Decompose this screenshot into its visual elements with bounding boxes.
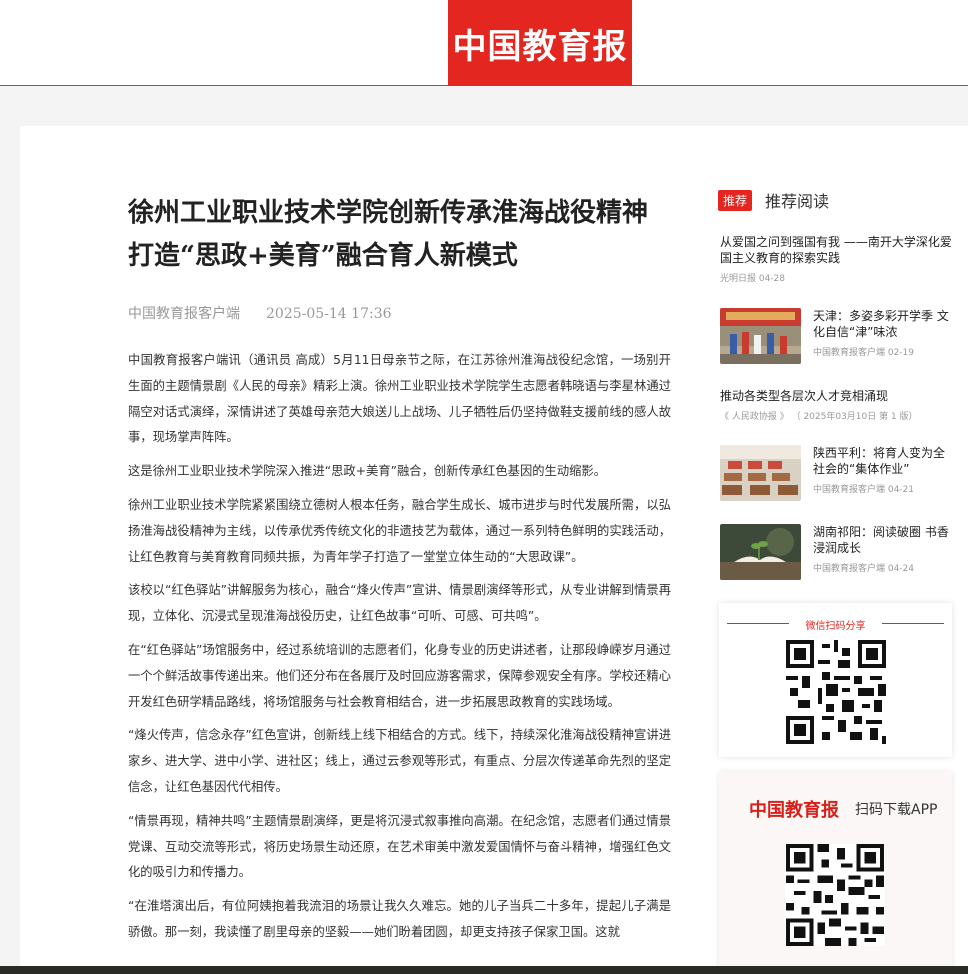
recommend-item[interactable]: 湖南祁阳：阅读破圈 书香浸润成长 中国教育报客户端 04-24 (720, 524, 952, 580)
app-download-card: 中国教育报 扫码下载APP (719, 772, 952, 974)
recommend-item-meta: 中国教育报客户端 04-24 (813, 564, 915, 574)
article-paragraph: 该校以“红色驿站”讲解服务为核心，融合“烽火传声”宣讲、情景剧演绎等形式，从专业… (128, 583, 671, 624)
article-source: 中国教育报客户端 (128, 306, 240, 322)
recommend-item-title[interactable]: 湖南祁阳：阅读破圈 书香浸润成长 (813, 524, 952, 556)
recommend-item[interactable]: 陕西平利：将育人变为全社会的“集体作业” 中国教育报客户端 04-21 (720, 445, 952, 501)
article-body: 中国教育报客户端讯（通讯员 高成）5月11日母亲节之际，在江苏徐州淮海战役纪念馆… (128, 348, 671, 954)
recommend-thumbnail[interactable] (720, 524, 801, 580)
recommend-header: 推荐 推荐阅读 (718, 188, 829, 212)
article-paragraph: “情景再现，精神共鸣”主题情景剧演绎，更是将沉浸式叙事推向高潮。在纪念馆，志愿者… (128, 813, 671, 880)
article-paragraph: 在“红色驿站”场馆服务中，经过系统培训的志愿者们，化身专业的历史讲述者，让那段峥… (128, 642, 671, 709)
article-paragraph: 徐州工业职业技术学院紧紧围绕立德树人根本任务，融合学生成长、城市进步与时代发展所… (128, 497, 671, 564)
top-header: 中国教育报 (0, 0, 968, 86)
recommend-item-title[interactable]: 推动各类型各层次人才竞相涌现 (720, 388, 952, 404)
bottom-scroll-strip (0, 966, 968, 974)
recommend-item[interactable]: 推动各类型各层次人才竞相涌现 《 人民政协报 》 （ 2025年03月10日 第… (720, 388, 952, 422)
article-paragraph: “烽火传声，信念永存”红色宣讲，创新线上线下相结合的方式。线下，持续深化淮海战役… (128, 728, 671, 794)
logo-text: 中国教育报 (452, 26, 628, 67)
qr-code-app-icon (785, 844, 885, 946)
article-paragraph: 这是徐州工业职业技术学院深入推进“思政+美育”融合，创新传承红色基因的生动缩影。 (128, 464, 607, 479)
recommend-thumbnail[interactable] (720, 308, 801, 364)
app-download-label: 扫码下载APP (855, 802, 938, 818)
recommend-item-title[interactable]: 陕西平利：将育人变为全社会的“集体作业” (813, 445, 952, 477)
article-paragraph: “在淮塔演出后，有位阿姨抱着我流泪的场景让我久久难忘。她的儿子当兵二十多年，提起… (128, 899, 671, 939)
recommend-item-title[interactable]: 从爱国之问到强国有我 ——南开大学深化爱国主义教育的探索实践 (720, 234, 952, 266)
app-logo: 中国教育报 (749, 800, 839, 821)
wechat-share-label: 微信扫码分享 (805, 621, 866, 632)
app-download-header: 中国教育报 扫码下载APP (749, 796, 937, 822)
recommend-item-title[interactable]: 天津：多姿多彩开学季 文化自信“津”味浓 (813, 308, 952, 340)
recommend-item[interactable]: 天津：多姿多彩开学季 文化自信“津”味浓 中国教育报客户端 02-19 (720, 308, 952, 364)
recommend-item-meta: 中国教育报客户端 04-21 (813, 485, 915, 495)
article-date: 2025-05-14 17:36 (266, 306, 392, 322)
recommend-badge: 推荐 (718, 189, 753, 211)
recommend-heading: 推荐阅读 (765, 192, 830, 211)
recommend-item-meta: 《 人民政协报 》 （ 2025年03月10日 第 1 版） (720, 412, 918, 422)
article-meta: 中国教育报客户端 2025-05-14 17:36 (128, 303, 392, 323)
recommend-item[interactable]: 从爱国之问到强国有我 ——南开大学深化爱国主义教育的探索实践 光明日报 04-2… (720, 234, 952, 284)
recommend-item-meta: 中国教育报客户端 02-19 (813, 348, 915, 358)
article-title: 徐州工业职业技术学院创新传承淮海战役精神 打造“思政+美育”融合育人新模式 (128, 198, 649, 271)
recommend-item-meta: 光明日报 04-28 (720, 274, 786, 284)
site-logo[interactable]: 中国教育报 (448, 0, 632, 86)
qr-code-share-icon (786, 640, 886, 744)
wechat-share-card: 微信扫码分享 (719, 603, 952, 757)
recommend-thumbnail[interactable] (720, 445, 801, 501)
article-paragraph: 中国教育报客户端讯（通讯员 高成）5月11日母亲节之际，在江苏徐州淮海战役纪念馆… (128, 353, 671, 445)
